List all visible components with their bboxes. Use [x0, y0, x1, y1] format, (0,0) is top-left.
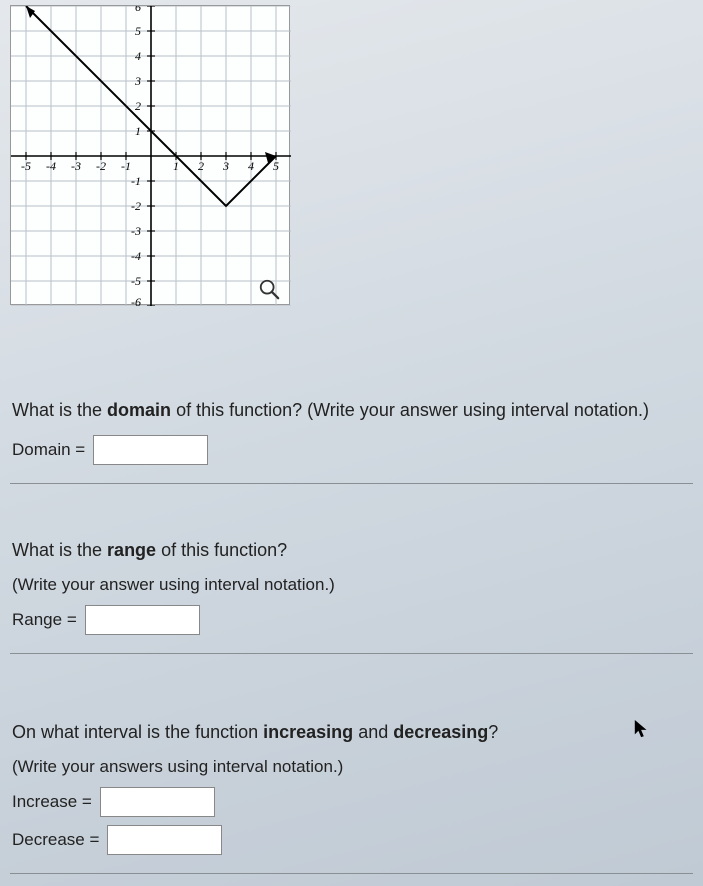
question-range: What is the range of this function? (Wri… — [10, 530, 693, 654]
text: of this function? — [156, 540, 287, 560]
intervals-prompt-1: On what interval is the function increas… — [12, 720, 691, 745]
decrease-label: Decrease = — [12, 830, 99, 850]
text: What is the — [12, 400, 107, 420]
svg-text:4: 4 — [135, 49, 141, 63]
svg-text:5: 5 — [135, 24, 141, 38]
text-bold: increasing — [263, 722, 353, 742]
svg-text:-1: -1 — [121, 159, 131, 173]
question-intervals: On what interval is the function increas… — [10, 712, 693, 874]
svg-text:-4: -4 — [46, 159, 56, 173]
range-label: Range = — [12, 610, 77, 630]
cursor-icon — [633, 718, 651, 740]
svg-text:2: 2 — [198, 159, 204, 173]
decrease-input[interactable] — [107, 825, 222, 855]
text-bold: range — [107, 540, 156, 560]
domain-label: Domain = — [12, 440, 85, 460]
intervals-prompt-2: (Write your answers using interval notat… — [12, 757, 691, 777]
svg-text:3: 3 — [134, 74, 141, 88]
range-prompt-2: (Write your answer using interval notati… — [12, 575, 691, 595]
svg-text:1: 1 — [135, 124, 141, 138]
svg-text:-6: -6 — [131, 295, 141, 306]
svg-text:-2: -2 — [96, 159, 106, 173]
text: What is the — [12, 540, 107, 560]
increase-field-row: Increase = — [12, 787, 691, 817]
svg-text:-2: -2 — [131, 199, 141, 213]
range-field-row: Range = — [12, 605, 691, 635]
increase-input[interactable] — [100, 787, 215, 817]
increase-label: Increase = — [12, 792, 92, 812]
svg-text:4: 4 — [248, 159, 254, 173]
decrease-field-row: Decrease = — [12, 825, 691, 855]
svg-text:-5: -5 — [131, 274, 141, 288]
text-bold: domain — [107, 400, 171, 420]
text-bold: decreasing — [393, 722, 488, 742]
svg-text:-1: -1 — [131, 174, 141, 188]
domain-field-row: Domain = — [12, 435, 691, 465]
magnify-icon[interactable] — [258, 278, 280, 300]
svg-text:-3: -3 — [131, 224, 141, 238]
svg-text:3: 3 — [222, 159, 229, 173]
range-input[interactable] — [85, 605, 200, 635]
domain-input[interactable] — [93, 435, 208, 465]
svg-text:-3: -3 — [71, 159, 81, 173]
svg-text:-5: -5 — [21, 159, 31, 173]
graph-svg: -5 -4 -3 -2 -1 1 2 3 4 5 6 5 4 3 2 1 -1 -2 -3 -4 -5… — [11, 6, 291, 306]
svg-text:-4: -4 — [131, 249, 141, 263]
svg-text:2: 2 — [135, 99, 141, 113]
worksheet-page: -5 -4 -3 -2 -1 1 2 3 4 5 6 5 4 3 2 1 -1 -2 -3 -4 -5… — [0, 0, 703, 886]
question-domain: What is the domain of this function? (Wr… — [10, 390, 693, 484]
text: and — [353, 722, 393, 742]
text: ? — [488, 722, 498, 742]
svg-text:5: 5 — [273, 159, 279, 173]
text: of this function? (Write your answer usi… — [171, 400, 649, 420]
text: On what interval is the function — [12, 722, 263, 742]
function-graph: -5 -4 -3 -2 -1 1 2 3 4 5 6 5 4 3 2 1 -1 -2 -3 -4 -5… — [10, 5, 290, 305]
domain-prompt: What is the domain of this function? (Wr… — [12, 398, 691, 423]
svg-text:6: 6 — [135, 6, 141, 14]
range-prompt-1: What is the range of this function? — [12, 538, 691, 563]
svg-text:1: 1 — [173, 159, 179, 173]
